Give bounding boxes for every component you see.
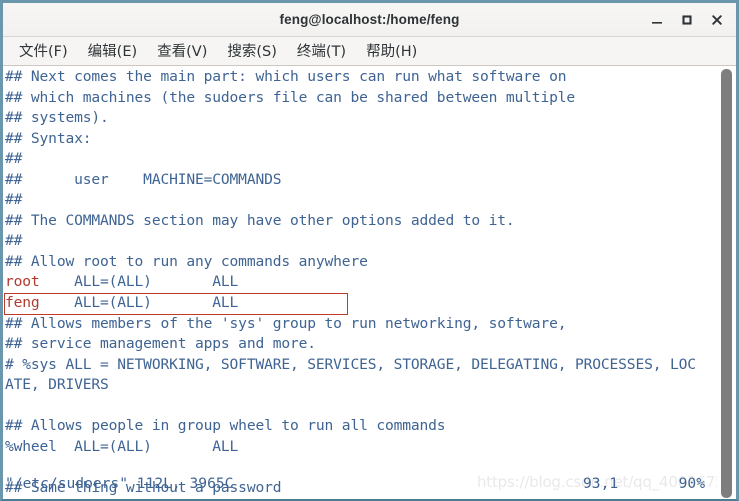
sudoers-rule-token: ALL=(ALL) ALL — [39, 294, 239, 312]
terminal-line: ## Allows members of the 'sys' group to … — [5, 314, 567, 332]
terminal-line: ## which machines (the sudoers file can … — [5, 88, 575, 106]
terminal-line: ## Allows people in group wheel to run a… — [5, 417, 446, 435]
menu-help[interactable]: 帮助(H) — [357, 38, 426, 64]
terminal-line: ## systems). — [5, 109, 109, 127]
terminal-line: ATE, DRIVERS — [5, 376, 109, 394]
terminal-text-area[interactable]: ## Next comes the main part: which users… — [3, 66, 717, 499]
terminal-line: ## The COMMANDS section may have other o… — [5, 211, 515, 229]
terminal-window: feng@localhost:/home/feng 文件(F) 编辑(E) 查看… — [0, 0, 739, 501]
terminal-line: feng ALL=(ALL) ALL — [5, 293, 717, 314]
terminal-line: ## — [5, 150, 23, 168]
window-controls — [642, 3, 732, 36]
terminal-line: # %sys ALL = NETWORKING, SOFTWARE, SERVI… — [5, 355, 696, 373]
terminal-line: ## Next comes the main part: which users… — [5, 68, 567, 85]
status-file-info: "/etc/sudoers" 112L, 3965C — [5, 475, 234, 492]
menu-edit[interactable]: 编辑(E) — [79, 38, 146, 64]
menu-file[interactable]: 文件(F) — [10, 38, 77, 64]
terminal-line: ## user MACHINE=COMMANDS — [5, 170, 282, 188]
scrollbar-thumb[interactable] — [721, 69, 732, 498]
menu-terminal[interactable]: 终端(T) — [288, 38, 355, 64]
status-cursor-position: 93,1 — [583, 475, 619, 492]
menu-bar: 文件(F) 编辑(E) 查看(V) 搜索(S) 终端(T) 帮助(H) — [3, 37, 736, 66]
terminal-line: ## Syntax: — [5, 129, 92, 147]
vim-buffer: ## Next comes the main part: which users… — [5, 67, 717, 499]
terminal-line: ## — [5, 191, 23, 209]
terminal-body: ## Next comes the main part: which users… — [3, 66, 736, 499]
sudoers-rule-token: ALL=(ALL) ALL — [39, 273, 239, 291]
terminal-line: %wheel ALL=(ALL) ALL — [5, 437, 239, 455]
close-icon[interactable] — [702, 6, 732, 34]
minimize-icon[interactable] — [642, 6, 672, 34]
terminal-line: # %wheel ALL=(ALL) NOPASSWD: ALL — [5, 498, 717, 499]
terminal-line: root ALL=(ALL) ALL — [5, 272, 717, 293]
maximize-icon[interactable] — [672, 6, 702, 34]
menu-view[interactable]: 查看(V) — [148, 38, 216, 64]
status-percent: 90% — [678, 475, 705, 492]
title-bar: feng@localhost:/home/feng — [3, 3, 736, 37]
terminal-line: ## Allow root to run any commands anywhe… — [5, 252, 368, 270]
terminal-scrollbar[interactable] — [717, 66, 736, 499]
terminal-line: ## service management apps and more. — [5, 335, 316, 353]
terminal-line: ## — [5, 232, 23, 250]
window-title: feng@localhost:/home/feng — [279, 12, 460, 27]
sudoers-user-token: root — [5, 273, 40, 291]
menu-search[interactable]: 搜索(S) — [218, 38, 286, 64]
sudoers-user-token: feng — [5, 294, 40, 312]
vim-status-line: "/etc/sudoers" 112L, 3965C 93,1 90% — [5, 474, 709, 494]
